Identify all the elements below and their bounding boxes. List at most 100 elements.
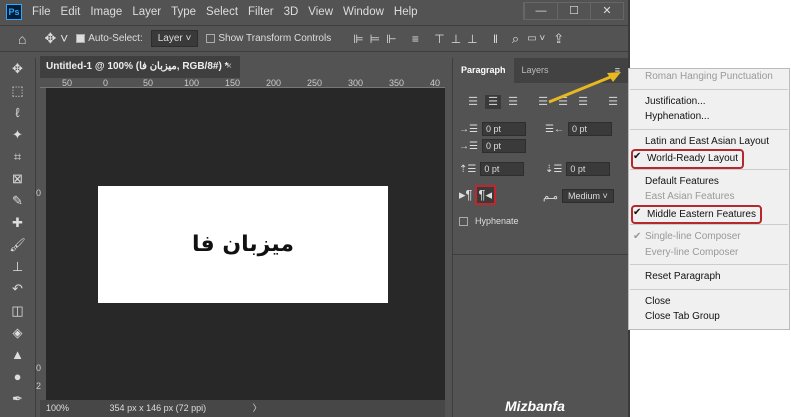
menu-file[interactable]: File [32,6,51,18]
indent-left-field[interactable]: →☰ 0 pt [459,122,526,136]
menu-item-label: World-Ready Layout [631,149,744,169]
menu-select[interactable]: Select [206,6,238,18]
magic-wand-icon[interactable]: ✦ [0,124,35,146]
menu-layer[interactable]: Layer [132,6,161,18]
canvas-text[interactable]: میزبان فا [192,232,294,257]
indent-right-input[interactable]: 0 pt [567,122,612,136]
menu-image[interactable]: Image [90,6,122,18]
menu-item[interactable]: Default Features [629,174,789,190]
indent-first-input[interactable]: 0 pt [481,139,526,153]
indent-first-field[interactable]: →☰ 0 pt [459,139,526,153]
history-brush-icon[interactable]: ↶ [0,278,35,300]
ruler-tick: 200 [266,78,282,88]
search-icon[interactable]: ⌕ [512,31,519,47]
layer-select-value: Layer [157,33,183,44]
auto-select-checkbox[interactable]: Auto-Select: [76,33,143,44]
menu-item-label: Hyphenation... [645,111,710,122]
menu-view[interactable]: View [308,6,333,18]
eraser-icon[interactable]: ◫ [0,300,35,322]
menu-separator [630,88,788,90]
space-before-field[interactable]: ⇡☰ 0 pt [459,162,525,176]
hyphenate-checkbox[interactable]: Hyphenate [459,216,519,226]
healing-icon[interactable]: ✚ [0,212,35,234]
menu-help[interactable]: Help [394,6,418,18]
kashida-select[interactable]: Medium [568,191,600,201]
toolbar: ✥ ⬚ ℓ ✦ ⌗ ⊠ ✎ ✚ 🖌 ⊥ ↶ ◫ ◈ ▲ ● ✒ [0,58,36,417]
space-before-input[interactable]: 0 pt [480,162,525,176]
show-transform-checkbox[interactable]: Show Transform Controls [206,33,331,44]
align-icons[interactable]: ⊫⊨⊩ ≡ ⊤⊥⊥ ‖ [353,32,504,46]
space-after-field[interactable]: ⇣☰ 0 pt [545,162,611,176]
indent-left-input[interactable]: 0 pt [481,122,526,136]
align-right-icon[interactable]: ☰ [505,95,521,109]
menu-3d[interactable]: 3D [284,6,299,18]
menu-item[interactable]: Close Tab Group [629,309,789,325]
menu-item-label: Every-line Composer [645,246,739,258]
eyedropper-icon[interactable]: ✎ [0,190,35,212]
menu-edit[interactable]: Edit [61,6,81,18]
menu-window[interactable]: Window [343,6,384,18]
menu-item[interactable]: ✔ Single-line Composer [629,229,789,245]
menu-item[interactable]: ✔ Middle Eastern Features [629,204,789,224]
menu-item[interactable]: ✔ World-Ready Layout [629,149,789,169]
document-tab[interactable]: Untitled-1 @ 100% (میزبان فا, RGB/8#) * × [40,56,240,78]
dodge-icon[interactable]: ● [0,366,35,388]
menu-item[interactable]: Every-line Composer [629,245,789,261]
space-before-icon: ⇡☰ [459,163,477,175]
workspace-icon[interactable]: ▭ ˅ [527,33,545,44]
indent-first-icon: →☰ [459,140,478,152]
zoom-level[interactable]: 100% [46,403,69,413]
menu-item[interactable]: Latin and East Asian Layout [629,134,789,150]
menu-item[interactable]: Roman Hanging Punctuation [629,69,789,85]
close-tab-icon[interactable]: × [226,56,232,78]
menu-item[interactable]: Justification... [629,94,789,110]
canvas-area[interactable]: میزبان فا [46,88,445,400]
home-icon[interactable]: ⌂ [18,31,26,47]
tab-paragraph[interactable]: Paragraph [453,58,514,83]
ruler-tick: 0 [36,363,42,373]
align-left-icon[interactable]: ☰ [465,95,481,109]
annotation-arrow [548,72,621,104]
ltr-direction-icon[interactable]: ▸¶ [459,187,473,203]
ruler-tick: 50 [143,78,154,88]
menu-item[interactable]: Hyphenation... [629,109,789,125]
space-after-input[interactable]: 0 pt [566,162,611,176]
blur-icon[interactable]: ▲ [0,344,35,366]
move-tool-icon[interactable]: ✥ ˅ [44,30,68,47]
menu-item-label: Middle Eastern Features [631,204,762,224]
indent-right-icon: ☰← [545,123,564,135]
move-tool-icon[interactable]: ✥ [0,58,35,80]
menu-item-label: Close [645,295,671,307]
maximize-button[interactable]: ☐ [557,3,590,19]
brush-icon[interactable]: 🖌 [0,234,35,256]
crop-tool-icon[interactable]: ⌗ [0,146,35,168]
document-canvas[interactable]: میزبان فا [98,186,388,303]
menu-item-label: Single-line Composer [645,231,741,242]
indent-right-field[interactable]: ☰← 0 pt [545,122,612,136]
stamp-icon[interactable]: ⊥ [0,256,35,278]
layer-select[interactable]: Layer ˅ [150,30,199,47]
kashida-field[interactable]: مـم Medium ˅ [543,189,614,203]
info-arrow-icon[interactable]: 〉 [253,403,262,413]
menu-item[interactable]: Reset Paragraph [629,269,789,285]
rtl-direction-icon[interactable]: ¶◂ [474,185,496,205]
minimize-button[interactable]: — [524,3,557,19]
bucket-icon[interactable]: ◈ [0,322,35,344]
frame-tool-icon[interactable]: ⊠ [0,168,35,190]
menu-item-label: Close Tab Group [645,311,720,322]
align-center-icon[interactable]: ☰ [485,95,501,109]
direction-buttons: ▸¶ ¶◂ [459,185,496,205]
menu-type[interactable]: Type [171,6,196,18]
menu-item[interactable]: Close [629,294,789,310]
close-button[interactable]: ✕ [590,3,623,19]
document-tab-title: Untitled-1 @ 100% (میزبان فا, RGB/8#) * [46,61,229,72]
menu-separator [630,128,788,130]
pen-icon[interactable]: ✒ [0,388,35,410]
menu-separator [630,168,788,170]
marquee-tool-icon[interactable]: ⬚ [0,80,35,102]
share-icon[interactable]: ⇪ [553,31,564,47]
menu-filter[interactable]: Filter [248,6,274,18]
menu-item[interactable]: East Asian Features [629,189,789,205]
lasso-tool-icon[interactable]: ℓ [0,102,35,124]
ruler-tick: 50 [62,78,73,88]
